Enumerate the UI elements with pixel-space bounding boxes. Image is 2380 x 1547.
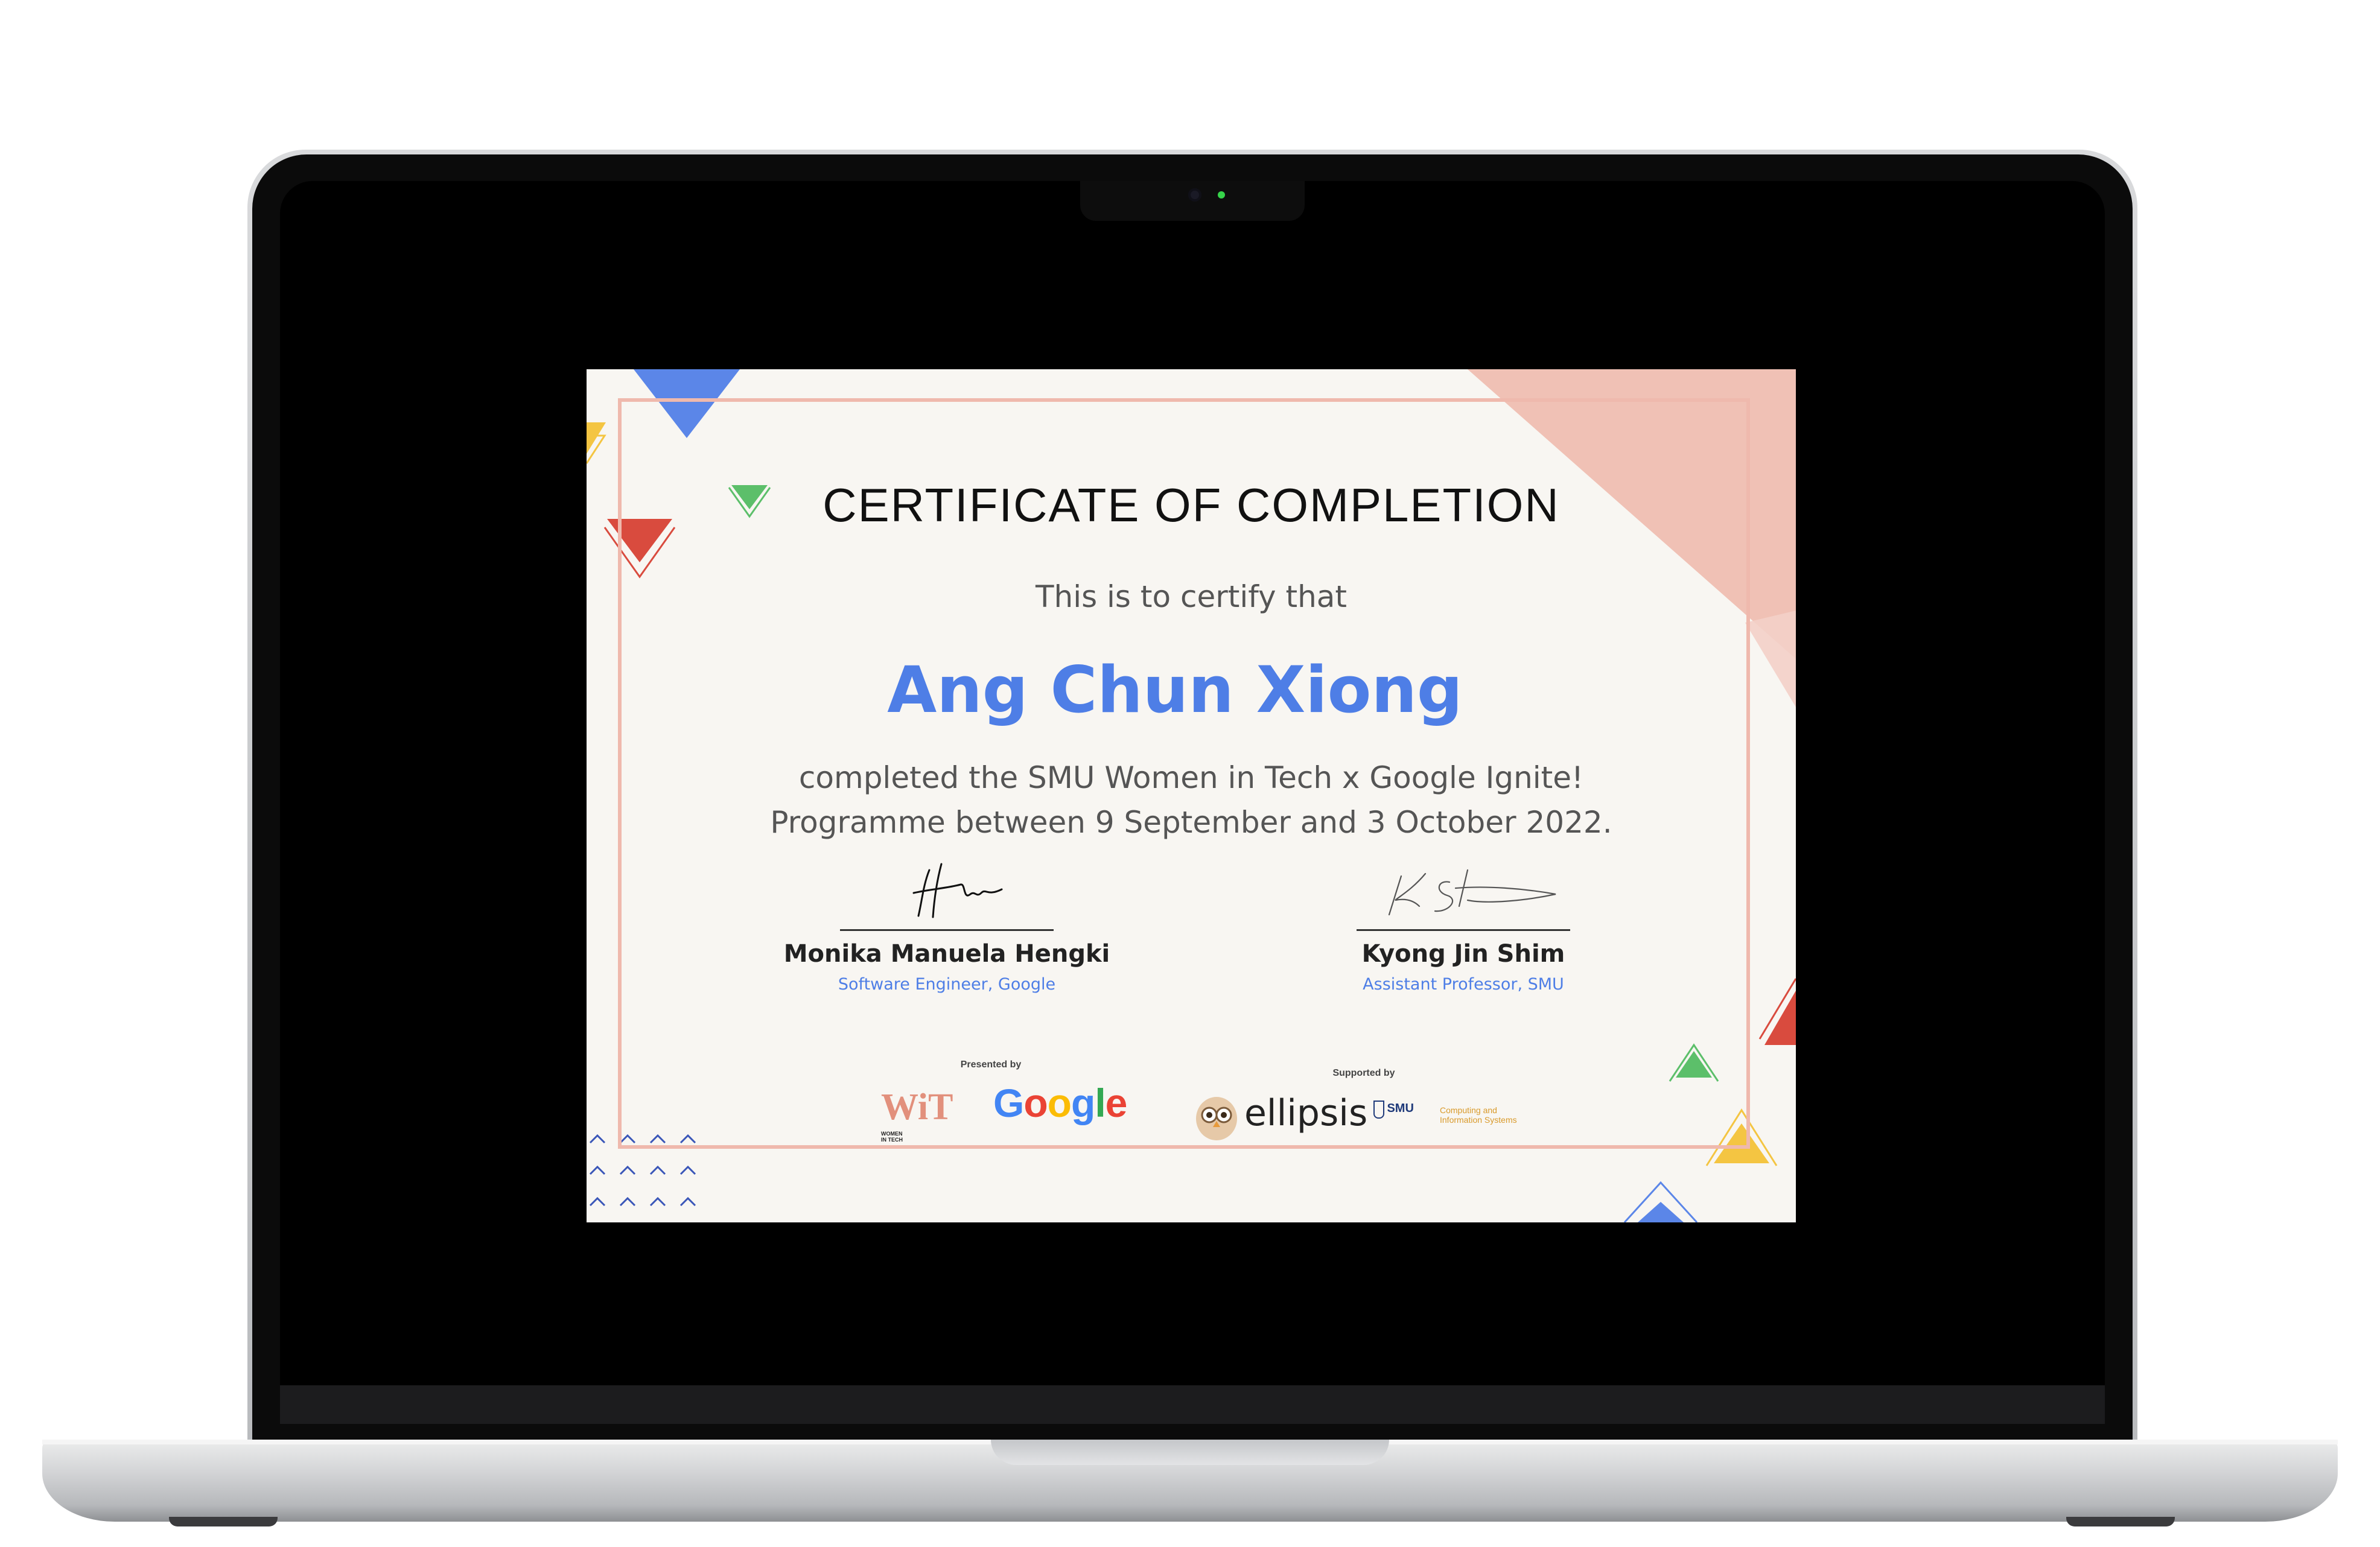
signature-2-line xyxy=(1357,929,1570,931)
camera-icon xyxy=(1188,188,1201,202)
presented-by-label: Presented by xyxy=(960,1059,1022,1070)
signatory-2-name: Kyong Jin Shim xyxy=(1361,940,1565,968)
red-triangle-right xyxy=(1764,991,1796,1045)
laptop-bezel-bottom xyxy=(280,1385,2105,1424)
google-logo: Google xyxy=(993,1081,1127,1125)
blue-triangle-bottom xyxy=(1638,1202,1684,1222)
wit-logo-text: WOMEN IN TECH xyxy=(881,1131,903,1143)
recipient-name: Ang Chun Xiong xyxy=(887,653,1463,727)
ellipsis-logo-text: ellipsis xyxy=(1244,1092,1368,1134)
wit-logo-letters: WiT xyxy=(881,1087,953,1128)
laptop-foot-right xyxy=(2066,1517,2175,1526)
scis-logo-text: Computing and Information Systems xyxy=(1440,1105,1517,1125)
certificate-title: CERTIFICATE OF COMPLETION xyxy=(822,478,1560,532)
supported-by-label: Supported by xyxy=(1332,1068,1395,1078)
description-line-2: Programme between 9 September and 3 Octo… xyxy=(770,805,1612,840)
smu-crest-icon xyxy=(1373,1101,1384,1119)
signatory-1-name: Monika Manuela Hengki xyxy=(783,940,1110,968)
description-line-1: completed the SMU Women in Tech x Google… xyxy=(798,760,1584,795)
signatory-2-role: Assistant Professor, SMU xyxy=(1363,975,1564,994)
camera-indicator-light xyxy=(1218,191,1225,199)
smu-logo: SMU xyxy=(1373,1101,1440,1125)
wit-logo: WiT WOMEN IN TECH xyxy=(881,1087,978,1143)
signatory-1-role: Software Engineer, Google xyxy=(838,975,1056,994)
trackpad-notch xyxy=(991,1440,1389,1465)
smu-logo-text: SMU xyxy=(1387,1102,1414,1116)
signature-2-image xyxy=(1388,869,1556,916)
certificate-description: completed the SMU Women in Tech x Google… xyxy=(587,755,1796,845)
ellipsis-owl-icon xyxy=(1196,1097,1237,1140)
signature-1-line xyxy=(840,929,1054,931)
certificate-subtitle: This is to certify that xyxy=(1035,579,1348,614)
laptop-foot-left xyxy=(169,1517,278,1526)
certificate: CERTIFICATE OF COMPLETION This is to cer… xyxy=(587,369,1796,1222)
signature-1-image xyxy=(912,863,1003,918)
